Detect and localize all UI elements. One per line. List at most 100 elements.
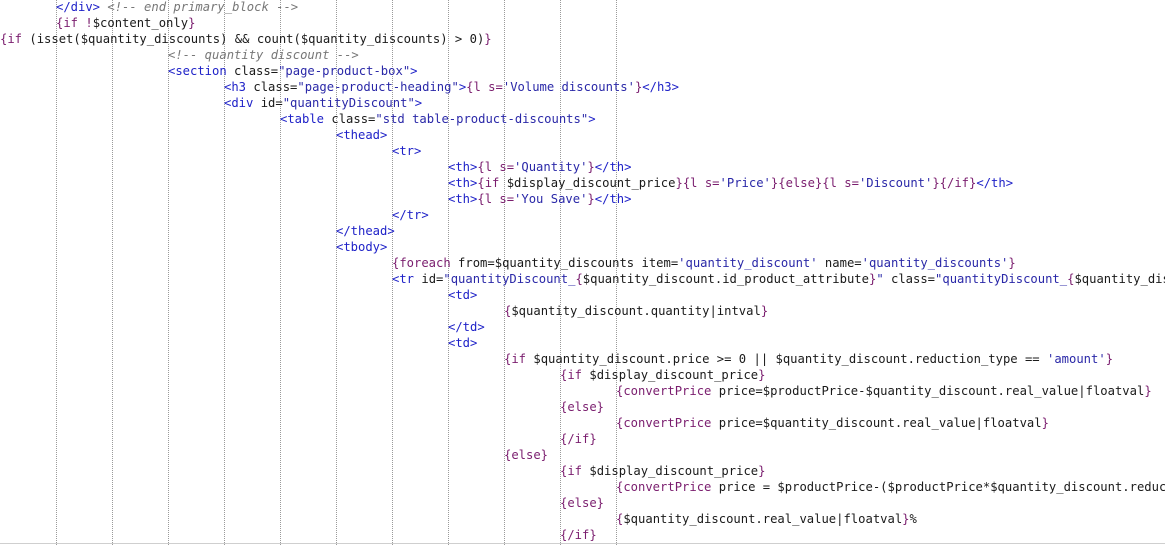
- code-line[interactable]: </div> <!-- end primary_block -->: [56, 0, 298, 15]
- code-token: }: [587, 192, 595, 206]
- code-line[interactable]: {$quantity_discount.quantity|intval}: [504, 303, 768, 319]
- code-token: }: [758, 464, 766, 478]
- code-line[interactable]: {$quantity_discount.real_value|floatval}…: [616, 511, 917, 527]
- code-line[interactable]: <thead>: [336, 127, 387, 143]
- code-token: ": [876, 272, 884, 286]
- code-line[interactable]: <td>: [448, 287, 477, 303]
- code-token: 'Quantity': [514, 160, 588, 174]
- code-token: >: [414, 96, 423, 110]
- code-line[interactable]: {else}: [560, 399, 604, 415]
- code-line[interactable]: {if $display_discount_price}: [560, 463, 765, 479]
- code-line[interactable]: {/if}: [560, 431, 597, 447]
- code-token: }{l s=: [675, 176, 720, 190]
- code-token: <td>: [448, 288, 478, 302]
- code-token: from=$quantity_discounts item=: [458, 256, 679, 270]
- code-token: <!-- quantity discount -->: [168, 48, 359, 62]
- code-token: id=: [260, 96, 283, 110]
- code-line[interactable]: </tr>: [392, 207, 429, 223]
- code-token: {/if}: [560, 432, 597, 446]
- code-token: }: [1105, 352, 1114, 366]
- code-token: <section: [168, 64, 235, 78]
- code-token: {convertPrice: [616, 384, 719, 398]
- code-editor[interactable]: </div> <!-- end primary_block --> {if !$c…: [0, 0, 1165, 545]
- code-token: %: [909, 512, 917, 526]
- code-line[interactable]: <td>: [448, 335, 477, 351]
- code-line[interactable]: <section class="page-product-box">: [168, 63, 418, 79]
- code-token: {if !: [56, 16, 93, 30]
- code-line[interactable]: <tr id="quantityDiscount_{$quantity_disc…: [392, 271, 1165, 287]
- code-token: </td>: [448, 320, 485, 334]
- code-token: class=: [883, 272, 936, 286]
- code-line[interactable]: <th>{l s='Quantity'}</th>: [448, 159, 631, 175]
- code-line[interactable]: {convertPrice price = $productPrice-($pr…: [616, 479, 1165, 495]
- code-token: {if: [560, 368, 590, 382]
- code-token: "quantityDiscount": [282, 96, 415, 110]
- code-token: }: [1041, 416, 1049, 430]
- code-token: $content_only: [92, 16, 189, 30]
- code-token: $quantity_discount.price >= 0 || $quanti…: [533, 352, 1047, 366]
- code-token: <table: [280, 112, 332, 126]
- code-token: 'Price': [719, 176, 771, 190]
- code-token: }: [758, 368, 766, 382]
- code-token: "quantityDiscount_: [443, 272, 576, 286]
- indent-guide: [168, 0, 169, 545]
- code-token: name=: [817, 256, 862, 270]
- code-token: 'quantity_discounts': [861, 256, 1009, 270]
- code-line[interactable]: {convertPrice price=$productPrice-$quant…: [616, 383, 1152, 399]
- code-token: {else}: [560, 496, 605, 510]
- code-token: }{/if}: [932, 176, 977, 190]
- code-token: class=: [234, 64, 279, 78]
- code-token: >: [410, 64, 418, 78]
- code-token: $display_discount_price: [506, 176, 676, 190]
- code-token: <th>: [448, 160, 478, 174]
- indent-guide: [56, 0, 57, 545]
- code-token: }: [902, 512, 910, 526]
- code-line[interactable]: {if (isset($quantity_discounts) && count…: [0, 31, 492, 47]
- indent-guide: [112, 0, 113, 545]
- code-line[interactable]: {else}: [560, 495, 604, 511]
- code-token: </h3>: [642, 80, 679, 94]
- code-token: <tr: [392, 272, 422, 286]
- code-token: 'Discount': [858, 176, 933, 190]
- code-line[interactable]: <!-- quantity discount -->: [168, 47, 359, 63]
- code-token: <th>: [448, 192, 478, 206]
- code-token: $quantity_discount.quantity|intval: [511, 304, 761, 318]
- code-line[interactable]: <tbody>: [336, 239, 387, 255]
- code-token: class=: [331, 112, 376, 126]
- code-token: {if: [477, 176, 507, 190]
- code-token: (isset($quantity_discounts) && count($qu…: [29, 32, 485, 46]
- code-line[interactable]: <tr>: [392, 143, 421, 159]
- code-token: </tr>: [392, 208, 429, 222]
- code-line[interactable]: {if $quantity_discount.price >= 0 || $qu…: [504, 351, 1113, 367]
- code-line[interactable]: {if $display_discount_price}: [560, 367, 765, 383]
- code-line[interactable]: {if !$content_only}: [56, 15, 195, 31]
- code-token: {/if}: [560, 528, 597, 542]
- code-token: <td>: [448, 336, 478, 350]
- code-token: $quantity_discount.id_product_attribute: [582, 272, 869, 286]
- code-line[interactable]: <th>{l s='You Save'}</th>: [448, 191, 631, 207]
- code-line[interactable]: <h3 class="page-product-heading">{l s='V…: [224, 79, 679, 95]
- code-token: {foreach: [392, 256, 459, 270]
- code-token: <div: [224, 96, 261, 110]
- code-line[interactable]: <th>{if $display_discount_price}{l s='Pr…: [448, 175, 1013, 191]
- code-token: {if: [560, 464, 590, 478]
- code-line[interactable]: </td>: [448, 319, 485, 335]
- code-token: }: [587, 160, 595, 174]
- code-line[interactable]: {convertPrice price=$quantity_discount.r…: [616, 415, 1049, 431]
- code-token: }: [484, 32, 492, 46]
- code-line[interactable]: {/if}: [560, 527, 597, 543]
- code-line[interactable]: </thead>: [336, 223, 395, 239]
- code-token: {if: [504, 352, 534, 366]
- code-token: "page-product-heading": [297, 80, 459, 94]
- code-line[interactable]: {else}: [504, 447, 548, 463]
- code-token: </div>: [56, 0, 101, 14]
- code-token: >: [588, 112, 596, 126]
- code-token: <th>: [448, 176, 478, 190]
- code-token: $display_discount_price: [589, 464, 759, 478]
- code-line[interactable]: {foreach from=$quantity_discounts item= '…: [392, 255, 1016, 271]
- code-token: 'You Save': [514, 192, 588, 206]
- code-line[interactable]: <table class="std table-product-discount…: [280, 111, 596, 127]
- code-token: }{else}{l s=: [770, 176, 859, 190]
- code-line[interactable]: <div id="quantityDiscount">: [224, 95, 422, 111]
- horizontal-scrollbar-edge: [0, 543, 1165, 544]
